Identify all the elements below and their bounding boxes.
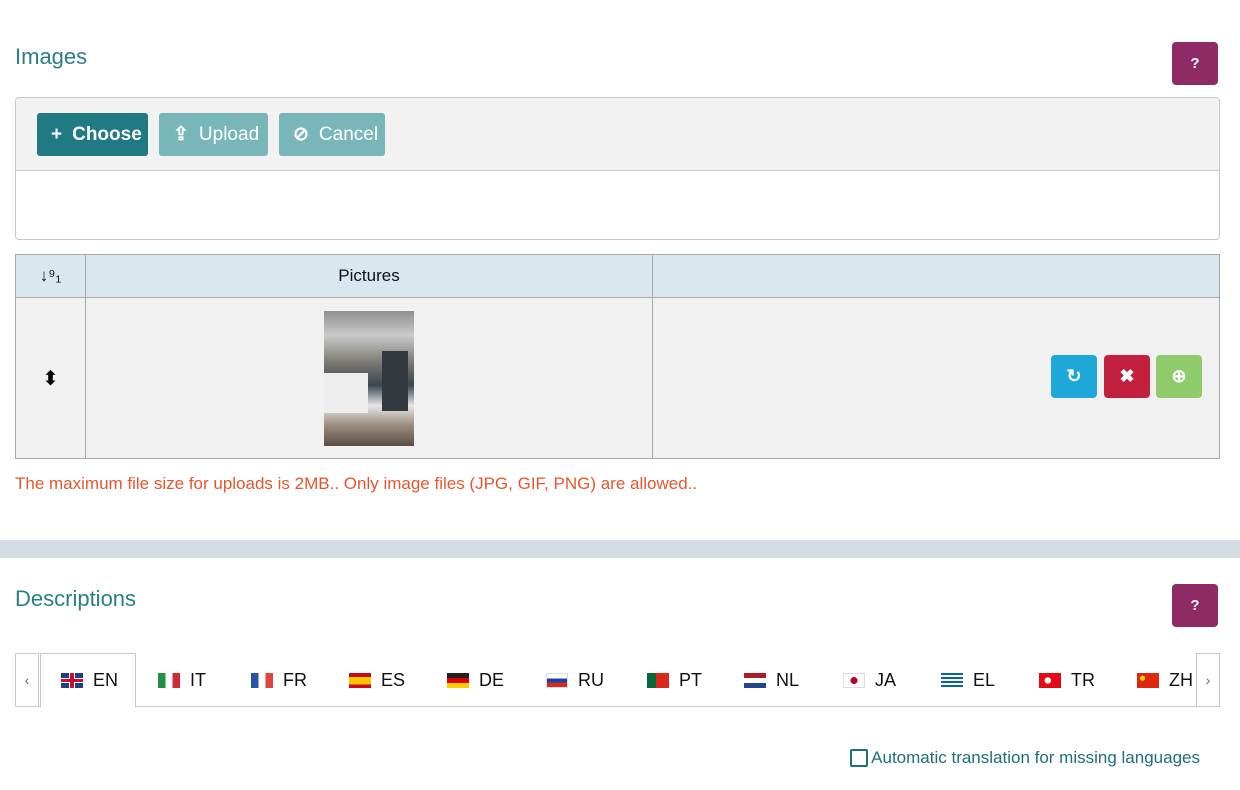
- uploader-dropzone[interactable]: [16, 171, 1219, 239]
- language-tabs: ‹ EN IT FR ES DE RU PT NL JA EL TR ZH ›: [15, 653, 1220, 708]
- descriptions-help-button[interactable]: ?: [1172, 584, 1218, 627]
- zoom-button[interactable]: ⊕: [1156, 355, 1202, 398]
- tabs-next-button[interactable]: ›: [1196, 653, 1220, 707]
- uploader-toolbar: + Choose ⇪ Upload ⊘ Cancel: [16, 98, 1219, 171]
- uk-flag-icon: [61, 673, 83, 688]
- auto-translate-link[interactable]: Automatic translation for missing langua…: [850, 748, 1200, 768]
- ban-icon: ⊘: [293, 124, 309, 145]
- pictures-header: Pictures: [85, 254, 653, 298]
- cancel-label: Cancel: [318, 123, 379, 145]
- tab-en[interactable]: EN: [40, 653, 136, 708]
- netherlands-flag-icon: [744, 672, 766, 688]
- sort-numeric-icon: ↓⁹₁: [39, 266, 62, 285]
- tab-el[interactable]: EL: [921, 653, 995, 707]
- sort-icon: ⬍: [42, 367, 59, 390]
- choose-label: Choose: [72, 123, 142, 145]
- hotel-room-thumbnail[interactable]: [324, 310, 414, 446]
- image-uploader: + Choose ⇪ Upload ⊘ Cancel: [15, 97, 1220, 240]
- plus-icon: +: [51, 123, 63, 145]
- tab-label: NL: [776, 669, 800, 690]
- italy-flag-icon: [158, 672, 180, 688]
- zoom-in-icon: ⊕: [1171, 366, 1187, 386]
- japan-flag-icon: [843, 672, 865, 688]
- china-flag-icon: [1137, 672, 1159, 688]
- choose-button[interactable]: + Choose: [37, 113, 148, 156]
- turkey-flag-icon: [1039, 672, 1061, 688]
- spain-flag-icon: [349, 672, 371, 688]
- translate-book-icon: [850, 749, 869, 767]
- close-icon: ✖: [1119, 366, 1135, 386]
- tab-tr[interactable]: TR: [1019, 653, 1095, 707]
- germany-flag-icon: [447, 672, 469, 688]
- tab-pt[interactable]: PT: [627, 653, 702, 707]
- remove-button[interactable]: ✖: [1104, 355, 1150, 398]
- table-row: ⬍: [15, 297, 1220, 459]
- tab-fr[interactable]: FR: [231, 653, 307, 707]
- sort-order-header[interactable]: ↓⁹₁: [15, 254, 86, 298]
- tabs-prev-button[interactable]: ‹: [15, 653, 39, 707]
- drag-handle[interactable]: ⬍: [15, 297, 86, 459]
- auto-translate-label: Automatic translation for missing langua…: [871, 748, 1200, 767]
- france-flag-icon: [251, 672, 273, 688]
- tab-es[interactable]: ES: [329, 653, 405, 707]
- greece-flag-icon: [941, 672, 963, 688]
- tab-nl[interactable]: NL: [724, 653, 799, 707]
- tab-label: EL: [973, 669, 996, 690]
- tab-label: JA: [875, 669, 897, 690]
- tab-de[interactable]: DE: [427, 653, 504, 707]
- refresh-button[interactable]: ↻: [1051, 355, 1097, 398]
- tab-label: IT: [190, 669, 206, 690]
- tab-it[interactable]: IT: [138, 653, 206, 707]
- tab-label: EN: [93, 670, 119, 690]
- images-section-title: Images: [15, 44, 88, 69]
- tab-label: FR: [283, 669, 307, 690]
- tab-ru[interactable]: RU: [526, 653, 604, 707]
- upload-note: The maximum file size for uploads is 2MB…: [15, 474, 698, 493]
- tab-label: DE: [479, 669, 505, 690]
- tab-label: RU: [578, 669, 604, 690]
- refresh-icon: ↻: [1066, 366, 1082, 386]
- section-divider: [0, 540, 1240, 558]
- upload-button[interactable]: ⇪ Upload: [159, 113, 268, 156]
- tab-label: ZH: [1169, 669, 1193, 690]
- tab-label: PT: [679, 669, 703, 690]
- descriptions-section-title: Descriptions: [15, 586, 137, 611]
- images-help-button[interactable]: ?: [1172, 42, 1218, 85]
- actions-header: [652, 254, 1220, 298]
- tab-zh[interactable]: ZH: [1117, 653, 1193, 707]
- pictures-table: ↓⁹₁ Pictures ⬍: [15, 254, 1220, 459]
- upload-icon: ⇪: [173, 124, 189, 145]
- upload-label: Upload: [198, 123, 260, 145]
- tab-label: TR: [1071, 669, 1095, 690]
- tab-label: ES: [381, 669, 406, 690]
- picture-cell: [85, 297, 653, 459]
- portugal-flag-icon: [647, 672, 669, 688]
- russia-flag-icon: [546, 672, 568, 688]
- tab-ja[interactable]: JA: [823, 653, 896, 707]
- cancel-button[interactable]: ⊘ Cancel: [279, 113, 385, 156]
